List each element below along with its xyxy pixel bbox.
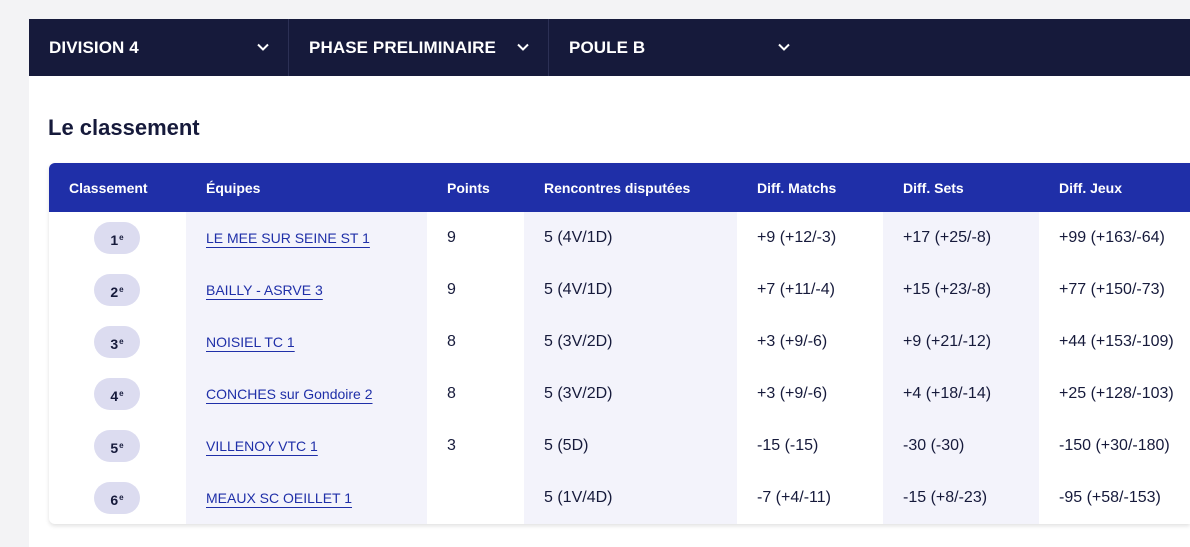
diff-sets-cell: +15 (+23/-8)	[903, 281, 992, 298]
table-header: Classement Équipes Points Rencontres dis…	[49, 163, 1190, 212]
rank-badge: 4e	[94, 378, 140, 410]
division-select[interactable]: DIVISION 4	[29, 19, 289, 76]
header-diff-sets: Diff. Sets	[903, 180, 964, 196]
points-cell: 9	[447, 229, 456, 246]
header-points: Points	[447, 180, 490, 196]
phase-select-label: PHASE PRELIMINAIRE	[309, 37, 496, 57]
diff-jeux-cell: +99 (+163/-64)	[1059, 229, 1165, 246]
points-cell: 8	[447, 333, 456, 350]
chevron-down-icon	[257, 43, 269, 51]
poule-select[interactable]: POULE B	[549, 19, 799, 76]
diff-jeux-cell: +77 (+150/-73)	[1059, 281, 1165, 298]
diff-matchs-cell: -15 (-15)	[757, 437, 819, 454]
header-diff-jeux: Diff. Jeux	[1059, 180, 1123, 196]
rank-badge: 5e	[94, 430, 140, 462]
rank-badge: 3e	[94, 326, 140, 358]
standings-panel: DIVISION 4 PHASE PRELIMINAIRE POULE B Le…	[29, 19, 1190, 547]
diff-jeux-cell: -150 (+30/-180)	[1059, 437, 1170, 454]
diff-matchs-cell: +3 (+9/-6)	[757, 385, 828, 402]
diff-sets-cell: -15 (+8/-23)	[903, 489, 988, 506]
diff-sets-cell: +17 (+25/-8)	[903, 229, 992, 246]
rencontres-cell: 5 (5D)	[544, 437, 589, 454]
diff-matchs-cell: +9 (+12/-3)	[757, 229, 837, 246]
table-row: 2e BAILLY - ASRVE 3 9 5 (4V/1D) +7 (+11/…	[49, 264, 1190, 316]
points-cell: 3	[447, 437, 456, 454]
diff-matchs-cell: +3 (+9/-6)	[757, 333, 828, 350]
diff-matchs-cell: +7 (+11/-4)	[757, 281, 835, 298]
table-row: 4e CONCHES sur Gondoire 2 8 5 (3V/2D) +3…	[49, 368, 1190, 420]
filter-bar: DIVISION 4 PHASE PRELIMINAIRE POULE B	[29, 19, 1190, 76]
points-cell: 8	[447, 385, 456, 402]
page-title: Le classement	[48, 115, 200, 140]
division-select-label: DIVISION 4	[49, 37, 139, 57]
team-link[interactable]: MEAUX SC OEILLET 1	[206, 472, 352, 524]
rank-badge: 2e	[94, 274, 140, 306]
team-link[interactable]: VILLENOY VTC 1	[206, 420, 318, 472]
team-link[interactable]: NOISIEL TC 1	[206, 316, 295, 368]
diff-jeux-cell: +44 (+153/-109)	[1059, 333, 1174, 350]
rencontres-cell: 5 (4V/1D)	[544, 281, 613, 298]
poule-select-label: POULE B	[569, 37, 646, 57]
table-row: 6e MEAUX SC OEILLET 1 5 (1V/4D) -7 (+4/-…	[49, 472, 1190, 524]
standings-table: Classement Équipes Points Rencontres dis…	[49, 163, 1190, 524]
rank-badge: 1e	[94, 222, 140, 254]
rencontres-cell: 5 (3V/2D)	[544, 333, 613, 350]
diff-matchs-cell: -7 (+4/-11)	[757, 489, 831, 506]
table-row: 5e VILLENOY VTC 1 3 5 (5D) -15 (-15) -30…	[49, 420, 1190, 472]
header-equipes: Équipes	[206, 180, 261, 196]
points-cell: 9	[447, 281, 456, 298]
chevron-down-icon	[517, 43, 529, 51]
team-link[interactable]: LE MEE SUR SEINE ST 1	[206, 212, 370, 264]
diff-jeux-cell: +25 (+128/-103)	[1059, 385, 1174, 402]
diff-sets-cell: -30 (-30)	[903, 437, 965, 454]
diff-jeux-cell: -95 (+58/-153)	[1059, 489, 1161, 506]
team-link[interactable]: BAILLY - ASRVE 3	[206, 264, 323, 316]
rencontres-cell: 5 (4V/1D)	[544, 229, 613, 246]
table-row: 3e NOISIEL TC 1 8 5 (3V/2D) +3 (+9/-6) +…	[49, 316, 1190, 368]
rank-badge: 6e	[94, 482, 140, 514]
header-diff-matchs: Diff. Matchs	[757, 180, 837, 196]
chevron-down-icon	[778, 43, 790, 51]
rencontres-cell: 5 (1V/4D)	[544, 489, 613, 506]
header-rencontres: Rencontres disputées	[544, 180, 691, 196]
table-row: 1e LE MEE SUR SEINE ST 1 9 5 (4V/1D) +9 …	[49, 212, 1190, 264]
team-link[interactable]: CONCHES sur Gondoire 2	[206, 368, 373, 420]
diff-sets-cell: +4 (+18/-14)	[903, 385, 992, 402]
rencontres-cell: 5 (3V/2D)	[544, 385, 613, 402]
diff-sets-cell: +9 (+21/-12)	[903, 333, 992, 350]
header-classement: Classement	[69, 180, 148, 196]
phase-select[interactable]: PHASE PRELIMINAIRE	[289, 19, 549, 76]
